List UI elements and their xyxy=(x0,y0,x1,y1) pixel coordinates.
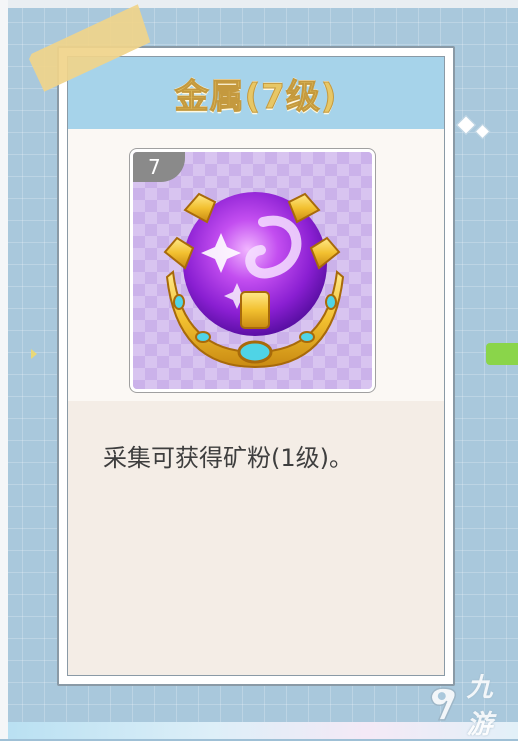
item-description: 采集可获得矿粉(1级)。 xyxy=(103,444,353,472)
card-header: 金属(7级) xyxy=(68,57,444,129)
sparkle-icon xyxy=(453,114,503,144)
left-strip xyxy=(0,0,8,739)
diamond-shape xyxy=(456,115,476,135)
watermark: 九游 xyxy=(423,673,518,740)
top-strip xyxy=(0,0,518,8)
side-tab[interactable] xyxy=(486,343,518,365)
9you-logo-icon xyxy=(430,687,457,721)
card-title: 金属(7级) xyxy=(174,76,338,117)
item-icon-frame: 7 xyxy=(130,149,375,392)
watermark-text: 九游 xyxy=(466,673,493,740)
crystal-orb-icon xyxy=(133,152,372,389)
left-arrow-icon xyxy=(31,349,37,359)
diamond-shape xyxy=(474,123,491,140)
